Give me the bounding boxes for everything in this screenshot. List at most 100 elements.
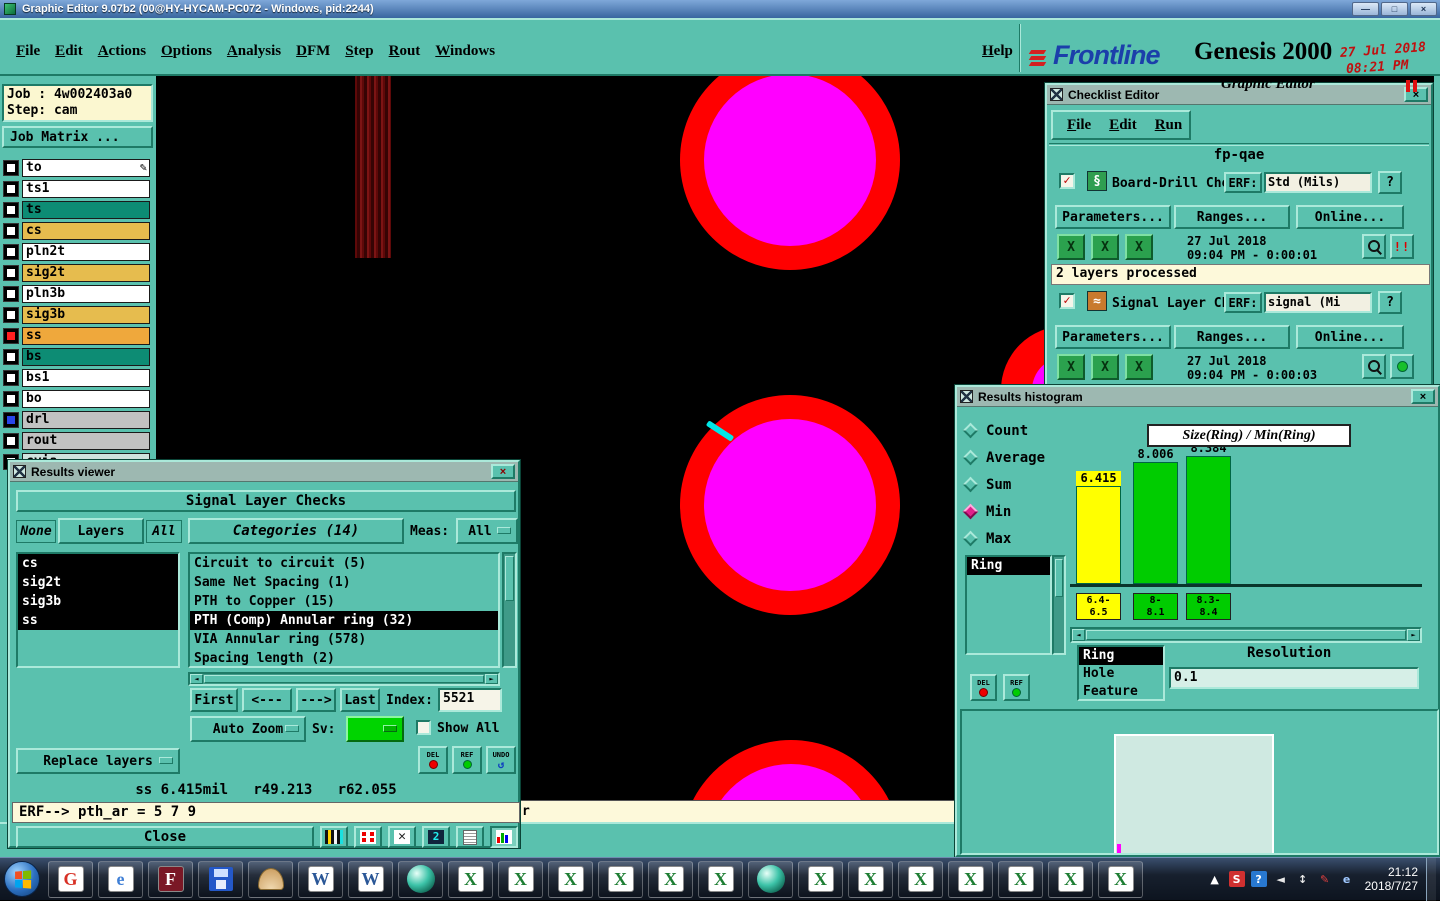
layer-visibility-checkbox[interactable] xyxy=(3,201,19,218)
layer-visibility-checkbox[interactable] xyxy=(3,264,19,281)
layer-row-rout[interactable]: rout xyxy=(0,430,156,451)
layer-row-to[interactable]: to ✎ xyxy=(0,157,156,178)
viewer-layer-item[interactable]: cs xyxy=(18,554,178,573)
layer-visibility-checkbox[interactable] xyxy=(3,348,19,365)
taskbar-excel-icon-7[interactable]: X xyxy=(798,860,843,898)
taskbar-excel-icon-2[interactable]: X xyxy=(498,860,543,898)
taskbar-excel-icon-6[interactable]: X xyxy=(698,860,743,898)
category-item[interactable]: Same Net Spacing (1) xyxy=(190,573,498,592)
results-histogram-titlebar[interactable]: Results histogram × xyxy=(957,387,1438,407)
report-button[interactable] xyxy=(456,826,484,848)
severity-dropdown[interactable] xyxy=(346,716,404,742)
mode-list[interactable]: Ring Hole Feature xyxy=(1077,645,1165,701)
menu-step[interactable]: Step xyxy=(345,43,373,60)
run-action-icon[interactable]: X xyxy=(1125,354,1153,380)
series-item[interactable]: Ring xyxy=(967,557,1050,575)
results-viewer-titlebar[interactable]: Results viewer × xyxy=(10,462,518,482)
category-item[interactable]: Spacing length (2) xyxy=(190,649,498,666)
category-item[interactable]: VIA Annular ring (578) xyxy=(190,630,498,649)
tray-show-hidden-icon[interactable]: ▲ xyxy=(1207,871,1223,887)
menu-rout[interactable]: Rout xyxy=(389,43,421,60)
close-icon[interactable]: × xyxy=(1411,389,1435,404)
layer-visibility-checkbox[interactable] xyxy=(3,222,19,239)
erf-button[interactable]: ERF: xyxy=(1224,172,1262,193)
selected-layers-list[interactable]: cs sig2t sig3b ss xyxy=(16,552,180,668)
delete-measure-button[interactable]: DEL xyxy=(418,746,448,774)
ranges-button[interactable]: Ranges... xyxy=(1174,205,1290,229)
scroll-right-arrow[interactable]: ► xyxy=(485,674,498,684)
taskbar-excel-icon-12[interactable]: X xyxy=(1048,860,1093,898)
taskbar-genesis-icon-2[interactable] xyxy=(748,860,793,898)
parameters-button[interactable]: Parameters... xyxy=(1055,325,1171,349)
meas-dropdown[interactable]: All xyxy=(456,518,518,544)
menu-options[interactable]: Options xyxy=(161,43,212,60)
scrollbar-thumb[interactable] xyxy=(1086,630,1406,640)
highlight-results-button[interactable] xyxy=(354,826,382,848)
parameters-button[interactable]: Parameters... xyxy=(1055,205,1171,229)
scroll-left-arrow[interactable]: ◄ xyxy=(190,674,203,684)
erf-value-field[interactable]: signal (Mi xyxy=(1264,292,1372,313)
horizontal-scrollbar[interactable]: ◄ ► xyxy=(1070,627,1422,643)
menu-file[interactable]: File xyxy=(16,43,40,60)
layer-visibility-checkbox[interactable] xyxy=(3,180,19,197)
previous-result-button[interactable]: <--- xyxy=(242,688,292,712)
scrollbar-thumb[interactable] xyxy=(505,556,514,601)
vertical-scrollbar[interactable] xyxy=(502,552,517,668)
measure-option-min[interactable]: Min xyxy=(962,498,1045,525)
layer-visibility-checkbox[interactable] xyxy=(3,327,19,344)
layer-row-bs[interactable]: bs xyxy=(0,346,156,367)
close-button[interactable]: × xyxy=(1410,2,1437,16)
status-ok-button[interactable] xyxy=(1390,354,1414,379)
viewer-layer-item[interactable]: ss xyxy=(18,611,178,630)
layer-visibility-checkbox[interactable] xyxy=(3,432,19,449)
layer-row-pln3b[interactable]: pln3b xyxy=(0,283,156,304)
zoom-results-button[interactable] xyxy=(1362,354,1386,379)
erf-value-field[interactable]: Std (Mils) xyxy=(1264,172,1372,193)
horizontal-scrollbar[interactable]: ◄ ► xyxy=(188,672,500,686)
menu-file[interactable]: File xyxy=(1067,117,1091,134)
categories-list[interactable]: Circuit to circuit (5) Same Net Spacing (… xyxy=(188,552,500,668)
layer-visibility-checkbox[interactable] xyxy=(3,159,19,176)
histogram-bar[interactable] xyxy=(1076,486,1121,584)
clear-marks-button[interactable]: ✕ xyxy=(388,826,416,848)
close-icon[interactable]: × xyxy=(491,464,515,479)
start-button[interactable] xyxy=(4,861,40,897)
taskbar-frontline-icon[interactable]: F xyxy=(148,860,193,898)
layer-row-sig3b[interactable]: sig3b xyxy=(0,304,156,325)
run-action-icon[interactable]: X xyxy=(1057,234,1085,260)
layer-visibility-checkbox[interactable] xyxy=(3,369,19,386)
viewer-layer-item[interactable]: sig2t xyxy=(18,573,178,592)
show-desktop-button[interactable] xyxy=(1426,857,1436,901)
scroll-right-arrow[interactable]: ► xyxy=(1407,629,1420,641)
taskbar-excel-icon-11[interactable]: X xyxy=(998,860,1043,898)
vertical-scrollbar[interactable] xyxy=(1052,555,1066,655)
taskbar-word-icon-2[interactable]: W xyxy=(348,860,393,898)
delete-measure-button[interactable]: DEL xyxy=(970,674,997,701)
next-result-button[interactable]: ---> xyxy=(296,688,336,712)
taskbar-ie-icon[interactable]: e xyxy=(98,860,143,898)
layer-visibility-checkbox[interactable] xyxy=(3,306,19,323)
layer-row-cs[interactable]: cs xyxy=(0,220,156,241)
layer-row-ss[interactable]: ss xyxy=(0,325,156,346)
taskbar-excel-icon-9[interactable]: X xyxy=(898,860,943,898)
histogram-bar[interactable] xyxy=(1133,462,1178,584)
first-result-button[interactable]: First xyxy=(190,688,238,712)
category-item[interactable]: PTH (Comp) Annular ring (32) xyxy=(190,611,498,630)
filter-all-button[interactable]: All xyxy=(146,520,182,543)
help-button[interactable]: ? xyxy=(1378,171,1402,194)
replace-layers-dropdown[interactable]: Replace layers xyxy=(16,748,180,774)
last-result-button[interactable]: Last xyxy=(340,688,380,712)
layer-row-bo[interactable]: bo xyxy=(0,388,156,409)
layer-row-bs1[interactable]: bs1 xyxy=(0,367,156,388)
zoom-results-button[interactable] xyxy=(1362,234,1386,259)
taskbar-excel-icon-4[interactable]: X xyxy=(598,860,643,898)
measure-option-count[interactable]: Count xyxy=(962,417,1045,444)
taskbar-clock[interactable]: 21:12 2018/7/27 xyxy=(1365,865,1418,893)
taskbar-excel-icon-5[interactable]: X xyxy=(648,860,693,898)
menu-actions[interactable]: Actions xyxy=(98,43,146,60)
series-list[interactable]: Ring xyxy=(965,555,1052,655)
erf-button[interactable]: ERF: xyxy=(1224,292,1262,313)
tray-pen-icon[interactable]: ✎ xyxy=(1317,871,1333,887)
undo-button[interactable]: UNDO ↺ xyxy=(486,746,516,774)
os-titlebar[interactable]: Graphic Editor 9.07b2 (00@HY-HYCAM-PC072… xyxy=(0,0,1440,18)
